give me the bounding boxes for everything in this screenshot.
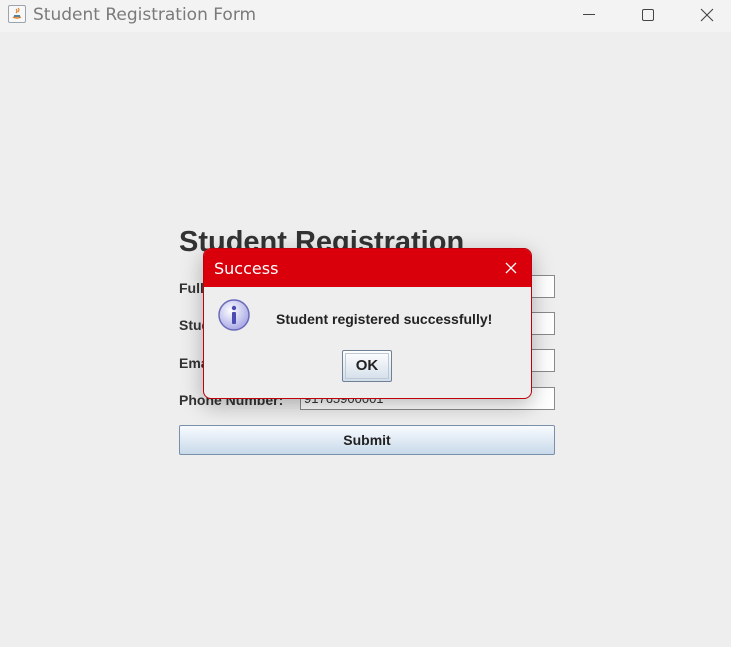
- close-icon: [505, 262, 517, 274]
- maximize-icon: [642, 9, 654, 21]
- maximize-button[interactable]: [625, 0, 671, 30]
- ok-button[interactable]: OK: [342, 350, 392, 382]
- dialog-title-bar: Success: [204, 249, 531, 287]
- success-dialog: Success Student registered successfully!…: [203, 248, 532, 399]
- close-button[interactable]: [684, 0, 730, 30]
- dialog-title: Success: [214, 259, 279, 278]
- info-icon: [217, 298, 251, 332]
- dialog-close-button[interactable]: [499, 256, 523, 280]
- close-icon: [700, 8, 714, 22]
- window-title: Student Registration Form: [33, 5, 257, 25]
- java-app-icon: [8, 5, 26, 23]
- dialog-message: Student registered successfully!: [276, 311, 493, 327]
- minimize-button[interactable]: [566, 0, 612, 30]
- minimize-icon: [583, 14, 595, 15]
- window-title-bar: Student Registration Form: [0, 0, 731, 32]
- ok-label: OK: [345, 353, 389, 379]
- submit-button[interactable]: Submit: [179, 425, 555, 455]
